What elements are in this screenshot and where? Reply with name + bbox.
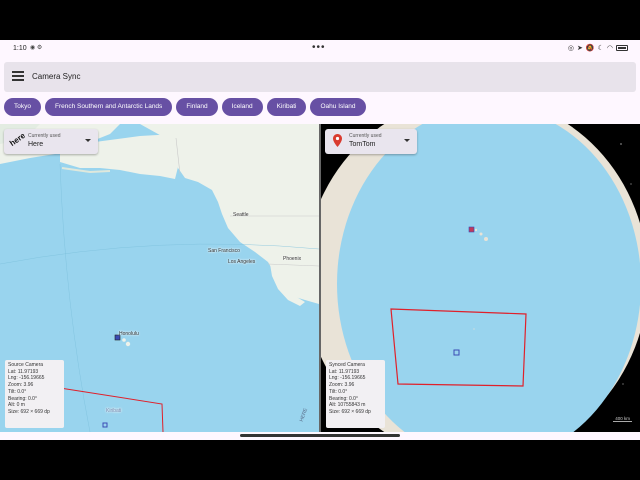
info-lng: Lng: -156.19665: [329, 375, 366, 382]
info-title: Synced Camera: [329, 362, 365, 368]
app-bar: Camera Sync: [4, 62, 636, 92]
info-lat: Lat: 11.97193: [8, 368, 39, 375]
battery-icon: [616, 45, 628, 51]
info-alt: Alt: 10755843 m: [329, 402, 366, 409]
wifi-icon: ◠: [606, 45, 613, 52]
notification-icon: ◉ ⚙: [30, 45, 43, 51]
info-size: Size: 692 × 669 dp: [8, 408, 50, 415]
map-pin-icon: [333, 134, 342, 147]
chip-finland[interactable]: Finland: [176, 98, 218, 116]
provider-value: Here: [28, 141, 44, 148]
status-bar: 1:10 ◉ ⚙ ••• ◎ ➤ 🔕 ☾ ◠: [0, 40, 640, 58]
synced-map[interactable]: Currently used TomTom Synced Camera Lat:…: [321, 124, 640, 432]
chip-kiribati[interactable]: Kiribati: [266, 98, 307, 116]
dnd-icon: ☾: [597, 45, 604, 52]
info-lat: Lat: 11.97193: [329, 368, 360, 375]
info-tilt: Tilt: 0.0°: [329, 388, 348, 395]
label-kiribati: Kiribati: [106, 408, 122, 414]
synced-provider-dropdown[interactable]: Currently used TomTom: [325, 129, 417, 154]
source-camera-info: Source Camera Lat: 11.97193 Lng: -156.19…: [5, 360, 64, 428]
chevron-down-icon: [85, 139, 91, 142]
chip-tokyo[interactable]: Tokyo: [4, 98, 41, 116]
info-tilt: Tilt: 0.0°: [8, 388, 27, 395]
info-lng: Lng: -156.19665: [8, 375, 45, 382]
location-icon: ◎: [567, 45, 575, 52]
letterbox-bottom: [0, 440, 640, 480]
provider-caption: Currently used: [349, 133, 382, 139]
more-dots-icon[interactable]: •••: [312, 42, 326, 53]
info-bearing: Bearing: 0.0°: [329, 395, 358, 402]
mute-icon: 🔕: [585, 45, 595, 52]
info-zoom: Zoom: 3.96: [8, 382, 34, 389]
location-chip-row: Tokyo French Southern and Antarctic Land…: [4, 98, 366, 116]
letterbox-top: [0, 0, 640, 40]
status-time: 1:10: [13, 45, 27, 52]
label-honolulu: Honolulu: [119, 331, 139, 337]
hamburger-menu-icon[interactable]: [12, 71, 24, 81]
label-san-francisco: San Francisco: [208, 248, 240, 254]
here-logo: here: [7, 130, 27, 149]
source-provider-dropdown[interactable]: here Currently used Here: [4, 129, 98, 154]
chip-oahu-island[interactable]: Oahu Island: [310, 98, 366, 116]
synced-camera-info: Synced Camera Lat: 11.97193 Lng: -156.19…: [326, 360, 385, 428]
chip-iceland[interactable]: Iceland: [221, 98, 263, 116]
chevron-down-icon: [404, 139, 410, 142]
info-bearing: Bearing: 0.0°: [8, 395, 37, 402]
status-icons: ◎ ➤ 🔕 ☾ ◠: [568, 44, 628, 52]
app-title: Camera Sync: [32, 72, 81, 81]
provider-value: TomTom: [349, 141, 376, 148]
label-phoenix: Phoenix: [283, 256, 302, 262]
label-los-angeles: Los Angeles: [228, 259, 256, 265]
provider-caption: Currently used: [28, 133, 61, 139]
info-title: Source Camera: [8, 362, 44, 368]
device-screen: 1:10 ◉ ⚙ ••• ◎ ➤ 🔕 ☾ ◠ Camera Sync Tokyo…: [0, 40, 640, 440]
info-alt: Alt: 0 m: [8, 402, 25, 409]
navigation-icon: ➤: [577, 45, 583, 52]
label-seattle: Seattle: [233, 212, 249, 218]
map-scale-bar: 400 km: [613, 416, 632, 422]
info-zoom: Zoom: 3.96: [329, 382, 355, 389]
chip-french-southern-antarctic-lands[interactable]: French Southern and Antarctic Lands: [44, 98, 173, 116]
source-map[interactable]: Seattle San Francisco Los Angeles Phoeni…: [0, 124, 319, 432]
home-indicator[interactable]: [240, 434, 400, 437]
info-size: Size: 692 × 669 dp: [329, 408, 371, 415]
